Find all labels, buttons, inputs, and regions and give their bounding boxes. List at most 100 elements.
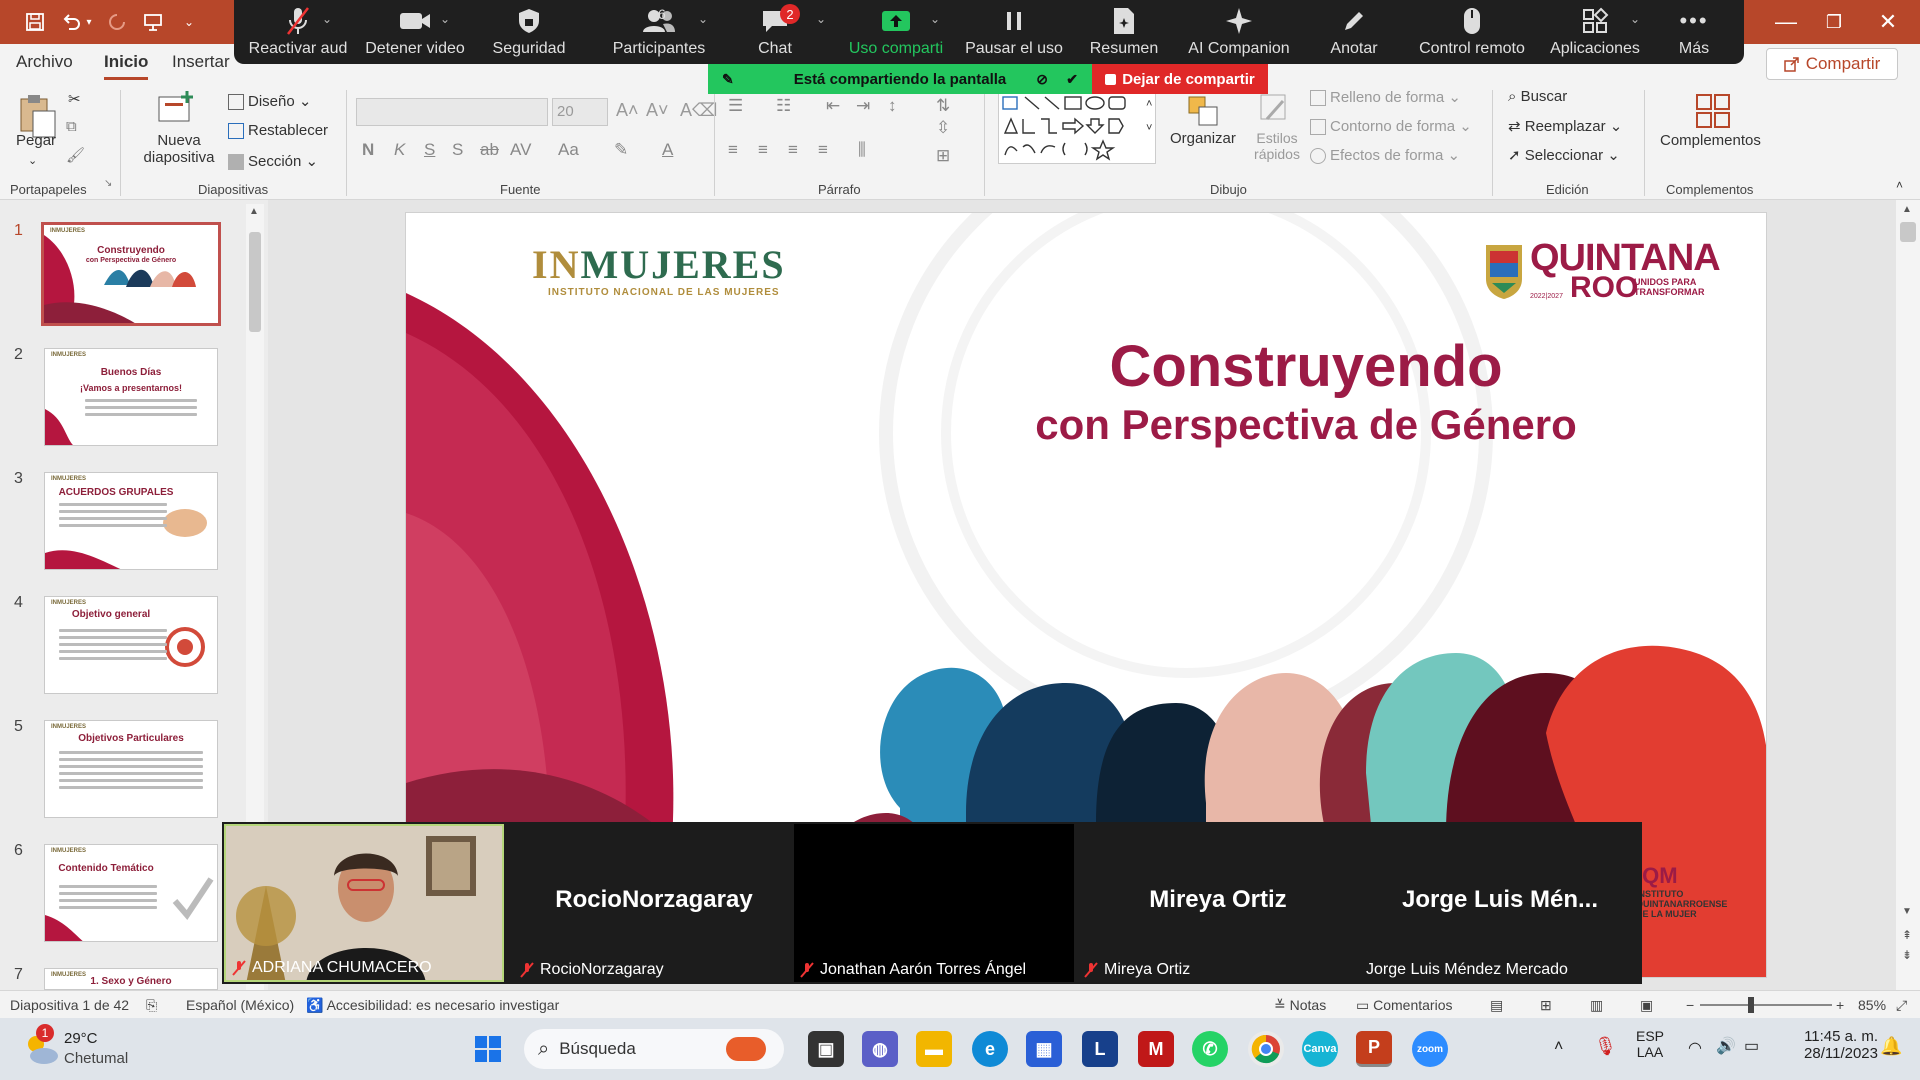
accessibility-status[interactable]: ♿ Accesibilidad: es necesario investigar xyxy=(306,997,559,1014)
justify-icon[interactable]: ≡ xyxy=(818,140,828,160)
slide-thumbnail-4[interactable]: INMUJERES Objetivo general xyxy=(44,596,218,694)
apps-options-icon[interactable]: ⌄ xyxy=(1630,12,1640,26)
slide-thumbnail-7[interactable]: INMUJERES 1. Sexo y Género xyxy=(44,968,218,990)
store-icon[interactable]: ▦ xyxy=(1026,1031,1062,1067)
quick-styles-icon[interactable] xyxy=(1256,90,1292,126)
align-center-icon[interactable]: ≡ xyxy=(758,140,768,160)
italic-icon[interactable]: K xyxy=(394,140,405,160)
participant-tile[interactable]: Mireya Ortiz Mireya Ortiz xyxy=(1078,824,1358,982)
chrome-icon[interactable] xyxy=(1248,1031,1284,1067)
sharing-status[interactable]: ✎ Está compartiendo la pantalla ⊘ ✔ xyxy=(708,64,1092,94)
replace-button[interactable]: ⇄ Reemplazar ⌄ xyxy=(1508,117,1622,135)
shapes-scroll-up-icon[interactable]: ˄ xyxy=(1146,98,1152,110)
zoom-out-icon[interactable]: − xyxy=(1686,997,1694,1013)
audio-options-icon[interactable]: ⌄ xyxy=(322,12,332,26)
add-ins-icon[interactable] xyxy=(1692,90,1732,130)
l-app-icon[interactable]: L xyxy=(1082,1031,1118,1067)
bold-icon[interactable]: N xyxy=(362,140,374,160)
undo-icon[interactable] xyxy=(58,9,84,35)
char-spacing-icon[interactable]: AV xyxy=(510,140,531,160)
reset-button[interactable]: Restablecer xyxy=(228,122,328,140)
file-explorer-icon[interactable]: ▬ xyxy=(916,1031,952,1067)
shapes-scroll-down-icon[interactable]: ˅ xyxy=(1146,122,1152,134)
mcafee-icon[interactable]: M xyxy=(1138,1031,1174,1067)
decrease-indent-icon[interactable]: ⇤ xyxy=(826,96,840,116)
participant-tile[interactable]: Jonathan Aarón Torres Ángel xyxy=(794,824,1074,982)
tab-archivo[interactable]: Archivo xyxy=(16,52,73,72)
start-button[interactable] xyxy=(470,1031,506,1067)
weather-city[interactable]: Chetumal xyxy=(64,1050,128,1067)
shapes-gallery[interactable] xyxy=(998,92,1156,164)
battery-icon[interactable]: ▭ xyxy=(1744,1036,1759,1056)
security-button[interactable]: Seguridad xyxy=(474,0,584,64)
font-color-icon[interactable]: A xyxy=(662,140,673,160)
input-language[interactable]: ESP LAA xyxy=(1636,1028,1664,1060)
ai-companion-button[interactable]: AI Companion xyxy=(1174,0,1304,64)
stop-video-button[interactable]: Detener video xyxy=(354,0,476,64)
scroll-up-icon[interactable]: ▲ xyxy=(1902,204,1912,215)
taskbar-search[interactable]: ⌕ Búsqueda xyxy=(524,1029,784,1069)
shape-outline-button[interactable]: Contorno de forma ⌄ xyxy=(1310,117,1472,136)
participant-video-tile[interactable]: ADRIANA CHUMACERO xyxy=(224,824,504,982)
format-painter-icon[interactable]: 🖌 xyxy=(66,146,85,164)
align-right-icon[interactable]: ≡ xyxy=(788,140,798,160)
copy-icon[interactable]: ⧉ xyxy=(66,118,77,135)
slideshow-icon[interactable]: ▣ xyxy=(1640,997,1653,1014)
slide-thumbnail-6[interactable]: INMUJERES Contenido Temático xyxy=(44,844,218,942)
scroll-thumb[interactable] xyxy=(1900,222,1916,242)
underline-icon[interactable]: S xyxy=(424,140,435,160)
new-slide-icon[interactable] xyxy=(156,88,196,128)
highlight-icon[interactable]: ✎ xyxy=(614,140,628,160)
edge-icon[interactable]: e xyxy=(972,1031,1008,1067)
arrange-button[interactable]: Organizar xyxy=(1170,130,1236,147)
paste-dropdown-icon[interactable]: ⌄ xyxy=(28,154,37,167)
language-status[interactable]: Español (México) xyxy=(186,997,294,1013)
zoom-slider[interactable] xyxy=(1700,997,1832,1013)
slide-sorter-icon[interactable]: ⊞ xyxy=(1540,997,1552,1014)
previous-slide-icon[interactable]: ⇞ xyxy=(1902,928,1912,942)
clock[interactable]: 11:45 a. m. 28/11/2023 xyxy=(1784,1028,1878,1062)
undo-dropdown-icon[interactable]: ▾ xyxy=(82,9,96,35)
add-ins-button[interactable]: Complementos xyxy=(1660,132,1761,149)
slide-scrollbar[interactable]: ▲ ▼ ⇞ ⇟ xyxy=(1896,200,1920,990)
scroll-down-icon[interactable]: ▼ xyxy=(1902,906,1912,917)
apps-button[interactable]: Aplicaciones xyxy=(1540,0,1650,64)
microphone-in-use-icon[interactable]: 🎙 xyxy=(1594,1036,1617,1057)
canva-icon[interactable]: Canva xyxy=(1302,1031,1338,1067)
scroll-thumb[interactable] xyxy=(249,232,261,332)
chat-options-icon[interactable]: ⌄ xyxy=(816,12,826,26)
new-slide-label[interactable]: Nueva diapositiva xyxy=(144,132,224,166)
customize-qat-icon[interactable]: ⌄ xyxy=(176,9,202,35)
pause-share-button[interactable]: Pausar el uso xyxy=(954,0,1074,64)
clear-format-icon[interactable]: A⌫ xyxy=(680,100,717,121)
wifi-icon[interactable]: ◠ xyxy=(1688,1038,1702,1058)
font-size-select[interactable]: 20 xyxy=(552,98,608,126)
participant-tile[interactable]: Jorge Luis Mén... Jorge Luis Méndez Merc… xyxy=(1360,824,1640,982)
section-button[interactable]: Sección ⌄ xyxy=(228,152,318,171)
spellcheck-icon[interactable]: ⎘ xyxy=(146,997,157,1014)
text-direction-icon[interactable]: ⇅ xyxy=(936,96,950,116)
collapse-ribbon-icon[interactable]: ˄ xyxy=(1896,178,1903,192)
shadow-icon[interactable]: S xyxy=(452,140,463,160)
redo-icon[interactable] xyxy=(104,9,130,35)
volume-icon[interactable]: 🔊 xyxy=(1716,1036,1736,1056)
share-options-icon[interactable]: ⌄ xyxy=(930,12,940,26)
slide-thumbnail-5[interactable]: INMUJERES Objetivos Particulares xyxy=(44,720,218,818)
tab-inicio[interactable]: Inicio xyxy=(104,52,149,80)
annotate-button[interactable]: Anotar xyxy=(1304,0,1404,64)
summary-button[interactable]: Resumen xyxy=(1074,0,1174,64)
weather-widget[interactable]: 1 xyxy=(22,1024,62,1068)
video-options-icon[interactable]: ⌄ xyxy=(440,12,450,26)
numbering-icon[interactable]: ☷ xyxy=(776,96,791,116)
scroll-up-icon[interactable]: ▲ xyxy=(249,206,259,217)
align-text-icon[interactable]: ⇳ xyxy=(936,118,950,138)
select-button[interactable]: ➚ Seleccionar ⌄ xyxy=(1508,146,1620,164)
tab-insertar[interactable]: Insertar xyxy=(172,52,230,72)
whatsapp-icon[interactable]: ✆ xyxy=(1192,1031,1228,1067)
slide-thumbnail-3[interactable]: INMUJERES ACUERDOS GRUPALES xyxy=(44,472,218,570)
close-icon[interactable]: ✕ xyxy=(1858,0,1918,44)
reading-view-icon[interactable]: ▥ xyxy=(1590,997,1603,1014)
fit-to-window-icon[interactable]: ⤢ xyxy=(1896,997,1907,1014)
increase-indent-icon[interactable]: ⇥ xyxy=(856,96,870,116)
restore-icon[interactable]: ❐ xyxy=(1804,0,1864,44)
